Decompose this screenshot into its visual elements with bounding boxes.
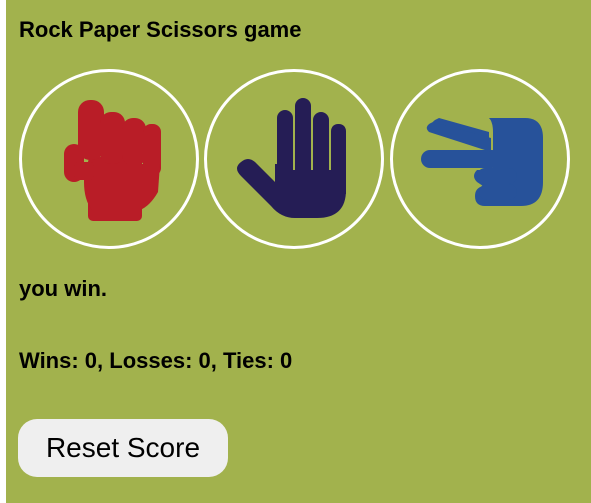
fist-icon <box>64 100 161 221</box>
reset-score-button[interactable]: Reset Score <box>18 419 228 477</box>
open-hand-icon <box>237 98 346 218</box>
choice-buttons <box>19 69 571 249</box>
game-panel: Rock Paper Scissors game you win. Wins: … <box>6 0 591 503</box>
paper-button[interactable] <box>204 69 384 249</box>
game-title: Rock Paper Scissors game <box>19 17 302 42</box>
rock-button[interactable] <box>19 69 199 249</box>
hand-scissors-icon <box>421 118 543 206</box>
result-message: you win. <box>19 276 107 301</box>
scissors-button[interactable] <box>390 69 570 249</box>
score-display: Wins: 0, Losses: 0, Ties: 0 <box>19 348 293 373</box>
